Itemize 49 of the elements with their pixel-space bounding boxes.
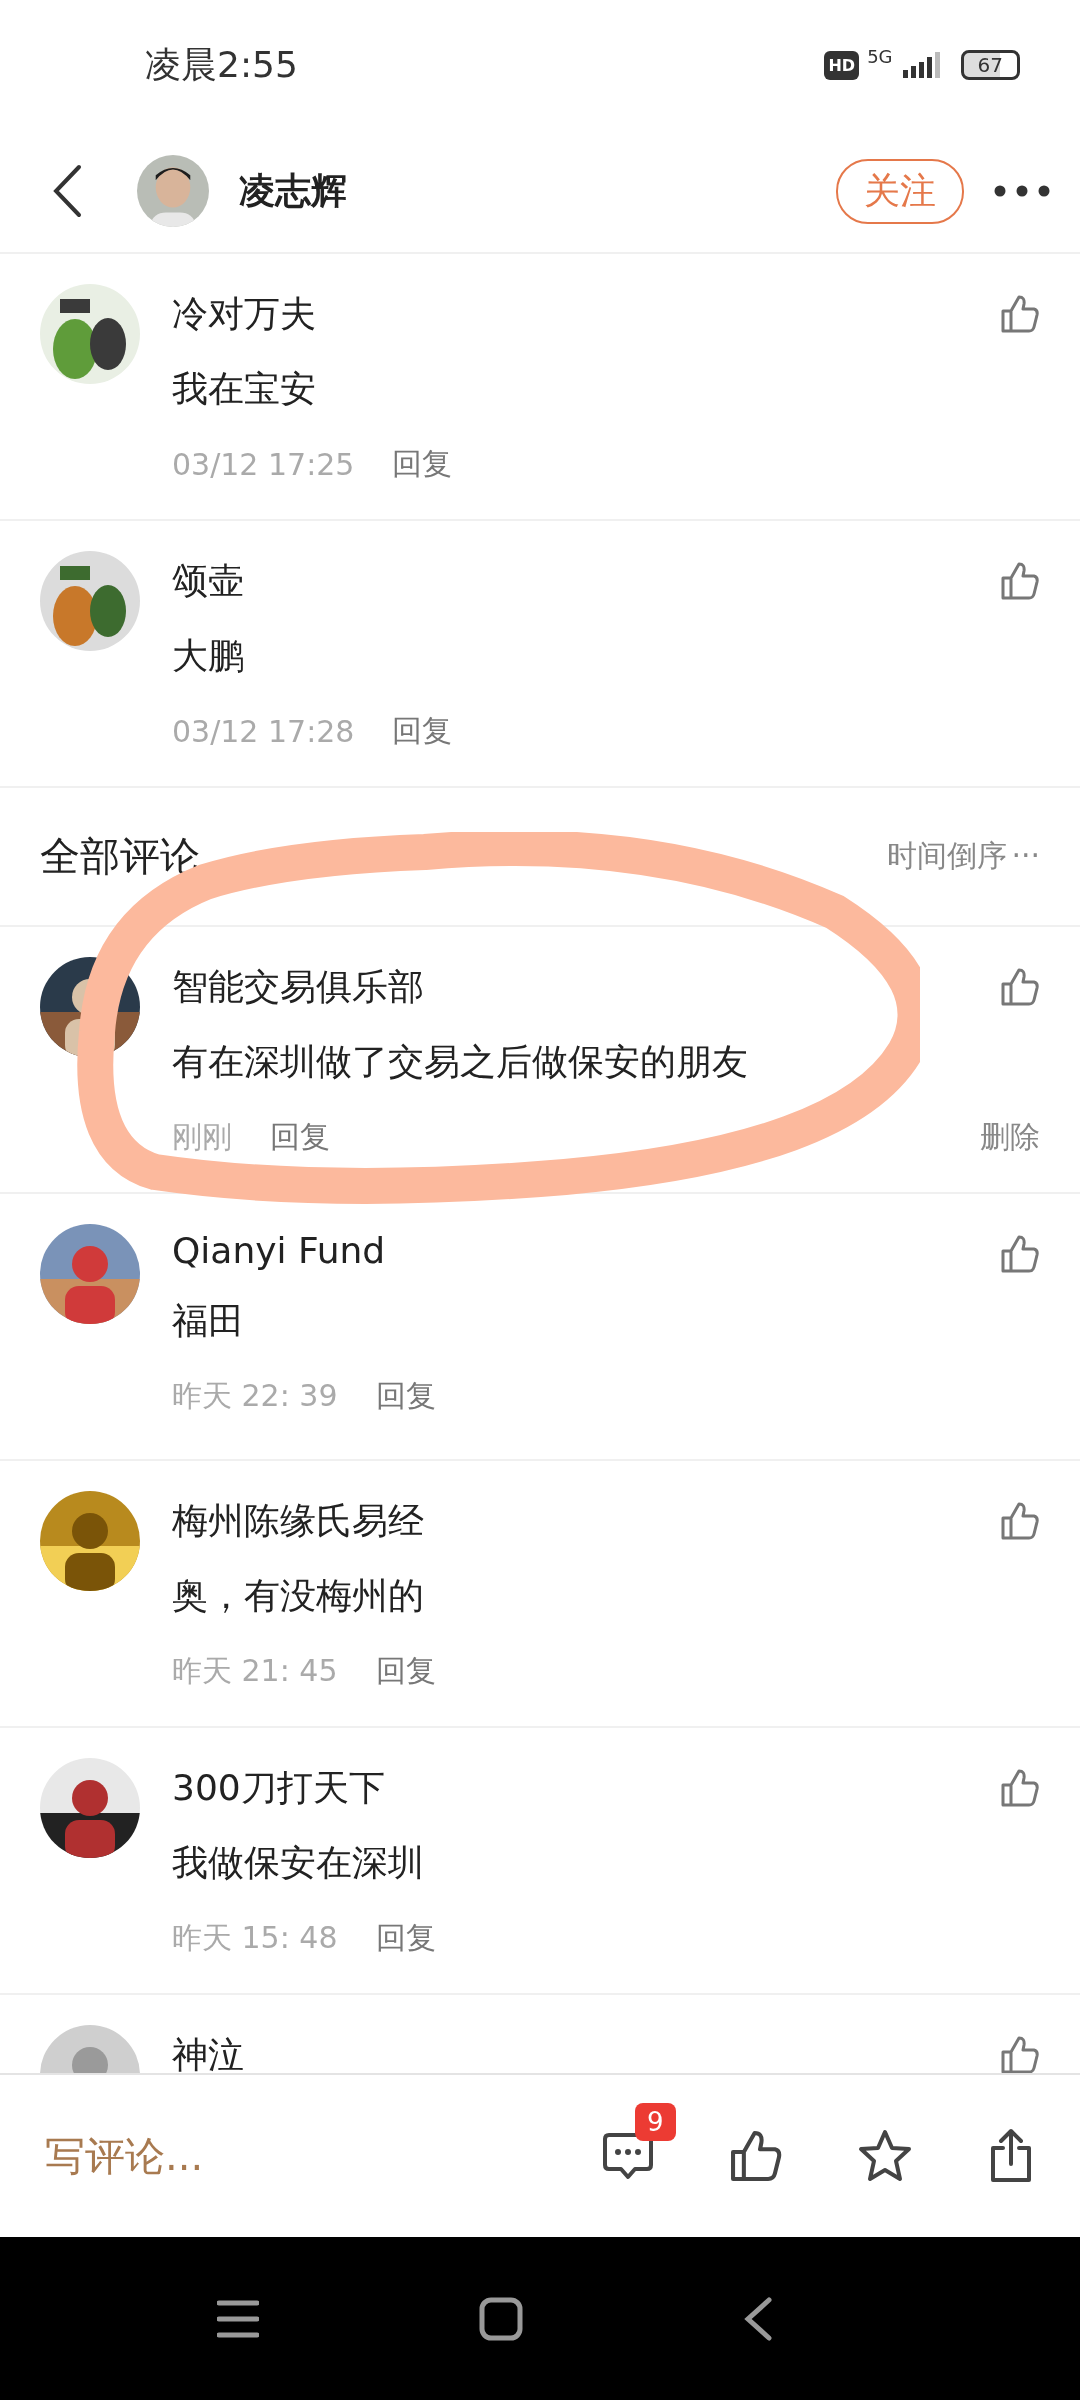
commenter-name: 梅州陈缘氏易经	[172, 1499, 425, 1543]
network-label: 5G	[867, 46, 893, 67]
like-icon[interactable]	[1000, 967, 1040, 1007]
menu-icon[interactable]	[217, 2298, 259, 2339]
battery-indicator: 67	[960, 50, 1020, 80]
like-icon[interactable]	[1000, 294, 1040, 334]
comment-text: 有在深圳做了交易之后做保安的朋友	[172, 1040, 749, 1084]
home-icon[interactable]	[479, 2296, 523, 2341]
follow-button[interactable]: 关注	[836, 158, 964, 224]
reply-link[interactable]: 回复	[375, 1376, 436, 1417]
more-icon[interactable]	[994, 185, 1050, 197]
like-icon[interactable]	[1000, 1768, 1040, 1808]
comment-text: 奥，有没梅州的	[172, 1574, 425, 1618]
sort-button[interactable]: 时间倒序···	[887, 836, 1040, 877]
comment-input[interactable]: 写评论...	[45, 2128, 204, 2184]
comment-time: 03/12 17:28	[172, 714, 355, 749]
like-icon[interactable]	[1000, 561, 1040, 601]
commenter-name: 冷对万夫	[172, 292, 317, 336]
comment-time: 昨天 22: 39	[172, 1377, 338, 1415]
comment-time: 03/12 17:25	[172, 447, 355, 482]
commenter-name: 神泣	[172, 2033, 245, 2073]
commenter-name: 300刀打天下	[172, 1766, 386, 1810]
reply-link[interactable]: 回复	[375, 1918, 436, 1959]
comment-text: 我做保安在深圳	[172, 1841, 425, 1885]
reply-link[interactable]: 回复	[392, 711, 453, 752]
comment-time: 刚刚	[172, 1118, 232, 1156]
comment-text: 大鹏	[172, 634, 245, 678]
star-icon[interactable]	[857, 2129, 913, 2183]
like-icon[interactable]	[1000, 1234, 1040, 1274]
hd-icon: HD	[824, 50, 860, 80]
commenter-name: 智能交易俱乐部	[172, 965, 425, 1009]
like-icon[interactable]	[729, 2129, 783, 2183]
comment-text: 我在宝安	[172, 367, 317, 411]
like-icon[interactable]	[1000, 1501, 1040, 1541]
status-time: 凌晨2:55	[145, 42, 298, 87]
comment-count-badge: 9	[635, 2103, 676, 2141]
like-icon[interactable]	[1000, 2035, 1040, 2073]
back-icon[interactable]	[52, 164, 82, 218]
comment-time: 昨天 21: 45	[172, 1652, 338, 1690]
comment-time: 昨天 15: 48	[172, 1919, 338, 1957]
commenter-name: Qianyi Fund	[172, 1230, 387, 1271]
user-name: 凌志辉	[239, 168, 348, 213]
commenter-name: 颂壶	[172, 559, 245, 603]
reply-link[interactable]: 回复	[392, 444, 453, 485]
delete-link[interactable]: 删除	[980, 1117, 1040, 1158]
reply-link[interactable]: 回复	[270, 1117, 330, 1158]
back-icon[interactable]	[743, 2296, 773, 2341]
comment-text: 福田	[172, 1299, 245, 1343]
reply-link[interactable]: 回复	[375, 1651, 436, 1692]
